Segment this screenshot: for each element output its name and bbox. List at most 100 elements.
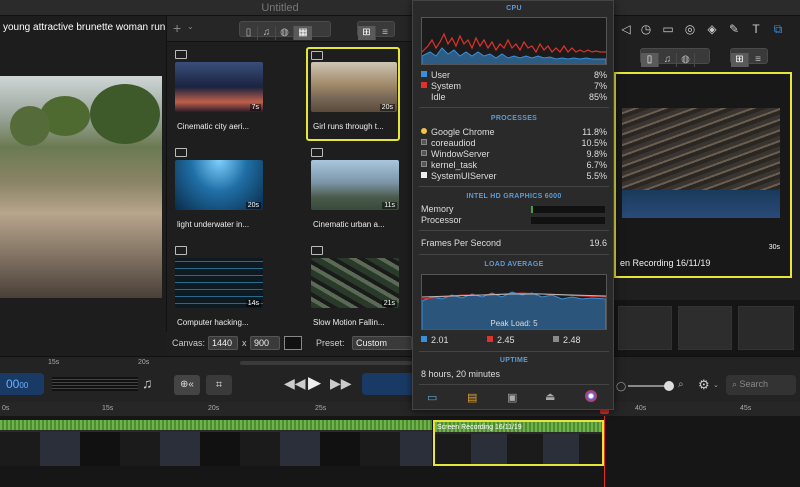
chevron-down-icon[interactable]: ⌄ [187, 22, 194, 31]
screen-recording-preview[interactable]: en Recording 16/11/19 30s [614, 72, 792, 278]
snap-button[interactable]: ⊕« [174, 375, 200, 395]
canvas-label: Canvas: [172, 338, 206, 348]
grid-view-icon[interactable]: ⊞ [358, 26, 376, 40]
source-segmented-control[interactable]: ▯ ♫ ◍ ▦ [239, 21, 331, 40]
shapes-icon[interactable]: ◈ [704, 22, 720, 36]
ruler-tick: 25s [315, 405, 327, 412]
audio-meter [52, 377, 138, 391]
system-swatch [421, 82, 427, 88]
divider [419, 254, 609, 255]
view-mode-control[interactable]: ⊞ ≡ [357, 21, 395, 40]
transport-bar: 15s 20s 0000 ♫ ⊕« ⌗ ◀◀ ▶ ▶▶ ◯ ⌕ ⚙ ⌄ ⌕ Se… [0, 356, 800, 402]
right-source-control[interactable]: ▯♫◍▦ [640, 48, 710, 83]
canvas-width-field[interactable]: 1440 [208, 336, 238, 350]
gpu-memory-label: Memory [421, 204, 454, 214]
photos-icon[interactable]: ▯ [240, 26, 258, 40]
process-value: 6.7% [586, 160, 607, 170]
ruler-tick: 15s [102, 405, 114, 412]
clip-duration: 20s [379, 104, 395, 111]
activity-monitor-icon[interactable]: ▭ [427, 391, 437, 404]
color-wheel-icon[interactable] [585, 390, 597, 402]
timecode-frames: 00 [19, 381, 29, 390]
scrubber-track[interactable] [240, 361, 412, 365]
process-value: 10.5% [581, 138, 607, 148]
timeline-clip-name: Screen Recording 16/11/19 [437, 424, 522, 431]
chrome-icon [421, 128, 427, 134]
process-name: WindowServer [431, 149, 490, 159]
gear-icon[interactable]: ⚙ [698, 377, 710, 393]
globe-icon[interactable]: ◍ [677, 53, 695, 67]
timeline[interactable]: Screen Recording 16/11/19 [0, 416, 800, 487]
music-icon[interactable]: ♫ [258, 26, 276, 40]
globe-icon[interactable]: ◍ [276, 26, 294, 40]
play-icon[interactable]: ▶ [308, 373, 321, 393]
search-placeholder: Search [739, 379, 769, 389]
cpu-idle-value: 85% [588, 92, 607, 102]
viewer-clip-title: young attractive brunette woman run [3, 22, 166, 33]
layers-icon[interactable]: ⧉ [770, 22, 786, 37]
process-row[interactable]: coreaudiod 10.5% [421, 138, 607, 149]
volume-icon[interactable]: ◁ [618, 22, 634, 36]
cpu-user-row: User 8% [421, 70, 607, 81]
preset-select[interactable]: Custom [352, 336, 412, 350]
clip-name: Girl runs through t... [313, 122, 384, 131]
list-view-icon[interactable]: ≡ [749, 53, 767, 67]
ruler-tick: 40s [635, 405, 647, 412]
terminal-icon[interactable]: ▣ [507, 391, 517, 404]
video-track[interactable] [0, 420, 432, 466]
fps-value: 19.6 [589, 238, 607, 248]
photos-icon[interactable]: ▯ [641, 53, 659, 67]
grid-view-icon[interactable]: ⊞ [731, 53, 749, 67]
music-icon[interactable]: ♫ [659, 53, 677, 67]
video-badge-icon [175, 148, 187, 157]
search-input[interactable]: ⌕ Search [726, 375, 796, 395]
list-view-icon[interactable]: ≡ [376, 26, 394, 40]
uptime-header: UPTIME [499, 357, 529, 364]
selected-clip[interactable]: Screen Recording 16/11/19 [433, 420, 604, 466]
video-badge-icon [175, 50, 187, 59]
process-row[interactable]: Google Chrome 11.8% [421, 127, 607, 138]
headphones-icon[interactable]: ♫ [142, 375, 153, 391]
cpu-graph [421, 17, 607, 65]
rewind-icon[interactable]: ◀◀ [284, 375, 306, 392]
viewer-frame [0, 76, 162, 298]
canvas-settings-bar: Canvas: 1440 x 900 Preset: Custom [166, 332, 412, 356]
processes-header: PROCESSES [490, 115, 538, 122]
fps-label: Frames Per Second [421, 238, 502, 248]
ruler-tick: 0s [2, 405, 10, 412]
divider [419, 351, 609, 352]
pen-icon[interactable]: ✎ [726, 22, 742, 36]
ruler-label-15: 15s [48, 359, 60, 366]
zoom-out-icon[interactable]: ◯ [616, 381, 626, 392]
fps-row: Frames Per Second 19.6 [421, 238, 607, 249]
display-icon[interactable]: ▭ [660, 22, 676, 36]
load-graph: Peak Load: 5 [421, 274, 607, 330]
divider [419, 384, 609, 385]
uptime-value: 8 hours, 20 minutes [421, 369, 501, 379]
chevron-down-icon[interactable]: ⌄ [713, 381, 719, 389]
process-row[interactable]: SystemUIServer 5.5% [421, 171, 607, 182]
canvas-height-field[interactable]: 900 [250, 336, 280, 350]
process-row[interactable]: kernel_task 6.7% [421, 160, 607, 171]
cursor-icon[interactable]: ◎ [682, 22, 698, 36]
timeline-ruler[interactable]: 0s 15s 20s 25s 30s 35s 40s 45s [0, 402, 800, 416]
fast-forward-icon[interactable]: ▶▶ [330, 375, 352, 392]
clip-thumbnail: 20s [311, 62, 397, 112]
clip-thumbnail: 7s [175, 62, 263, 112]
screen-icon[interactable]: ▦ [294, 26, 312, 40]
title-bar: Untitled [0, 0, 800, 16]
canvas-color-swatch[interactable] [284, 336, 302, 350]
zoom-slider-knob[interactable] [664, 381, 674, 391]
text-icon[interactable]: T [748, 22, 764, 36]
timer-icon[interactable]: ◷ [638, 22, 654, 36]
right-view-control[interactable]: ⊞ ≡ [730, 48, 768, 67]
disk-icon[interactable]: ⏏ [545, 390, 555, 403]
browser-toolbar: + ⌄ ▯ ♫ ◍ ▦ ⊞ ≡ [167, 16, 413, 42]
gpu-memory-bar [531, 206, 605, 213]
memory-icon[interactable]: ▤ [467, 391, 477, 404]
crop-icon[interactable]: ⌗ [206, 375, 232, 395]
load-values-row: 2.01 2.45 2.48 [421, 335, 607, 346]
zoom-in-icon[interactable]: ⌕ [678, 379, 684, 390]
add-icon[interactable]: + [173, 20, 181, 36]
process-row[interactable]: WindowServer 9.8% [421, 149, 607, 160]
